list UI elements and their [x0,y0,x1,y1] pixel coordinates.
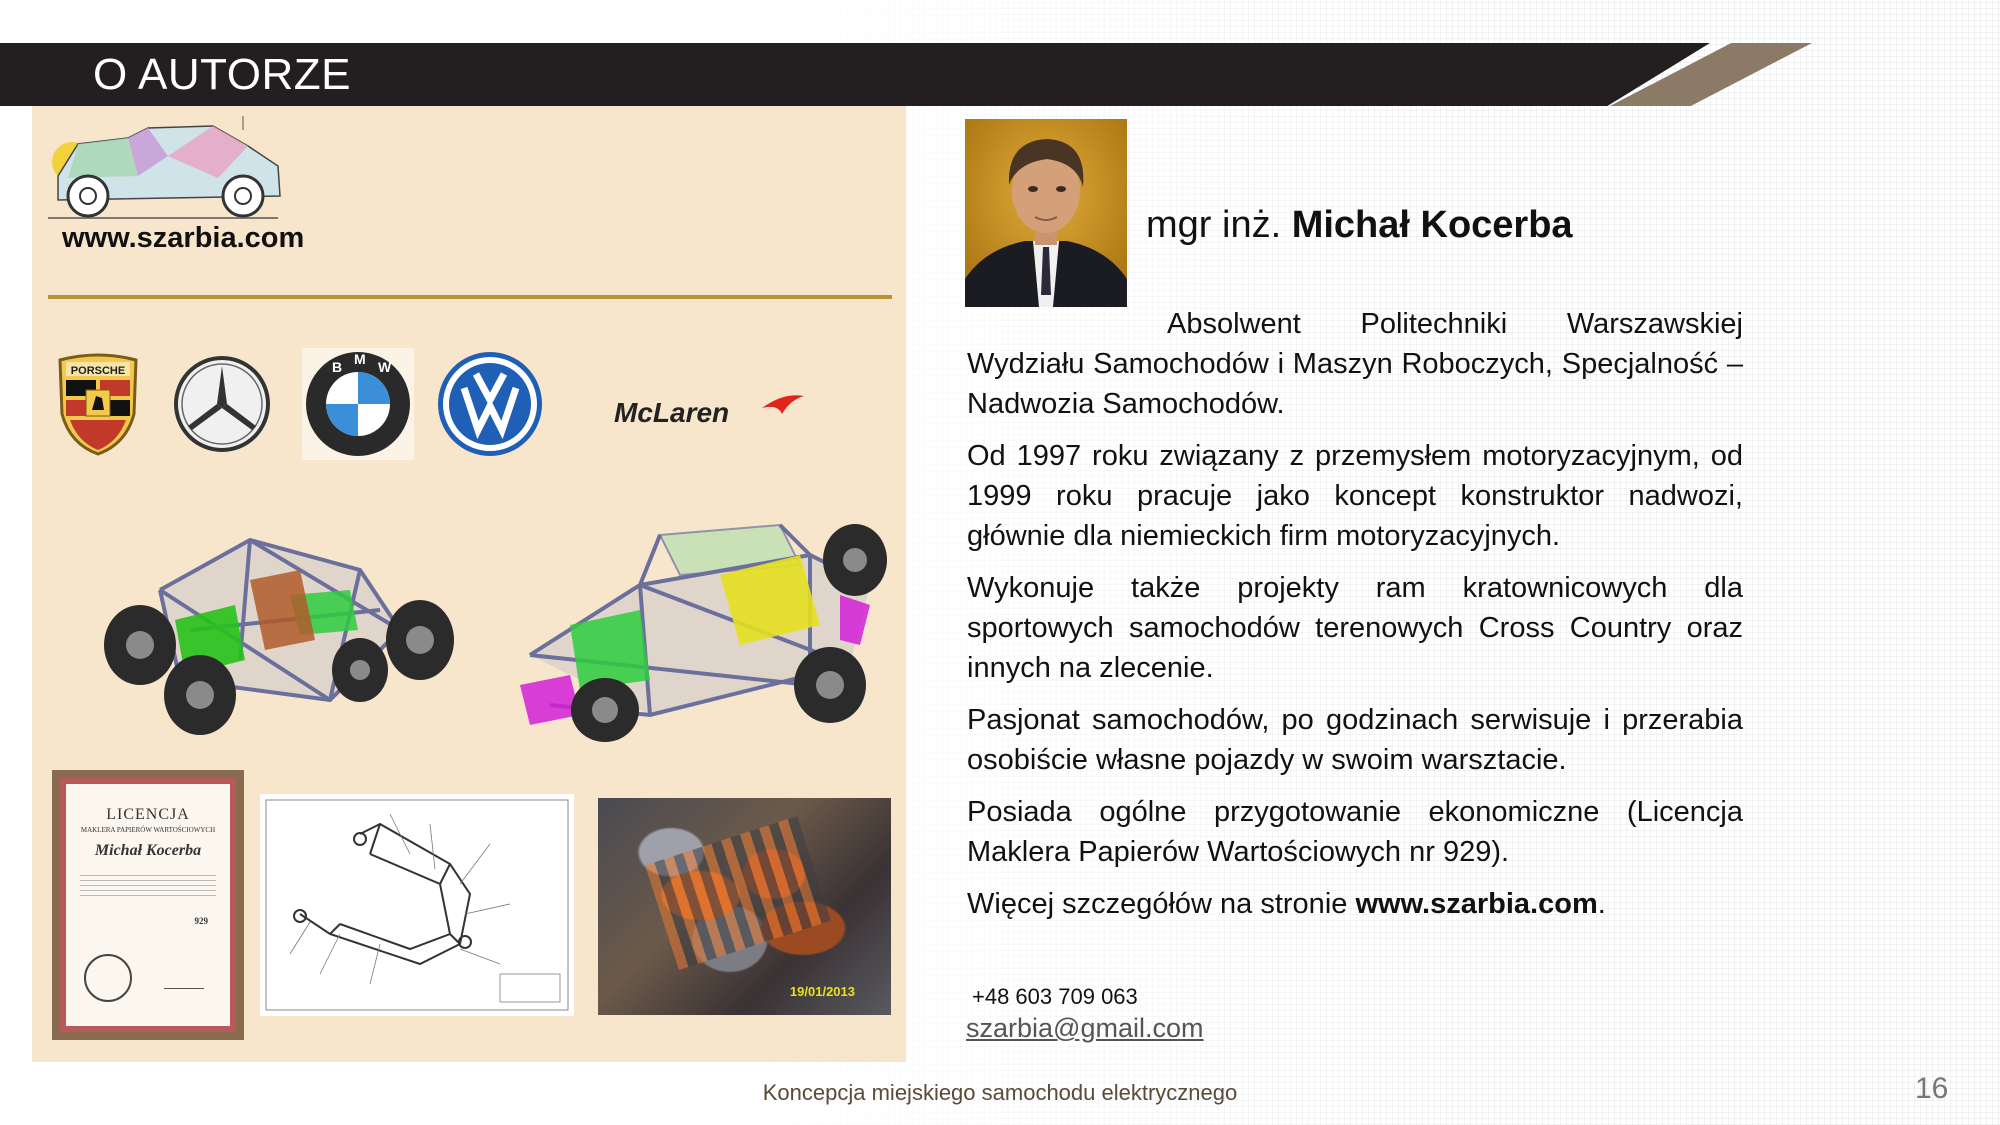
porsche-logo: PORSCHE [58,353,138,456]
porsche-logo-text: PORSCHE [71,365,125,377]
phone-number: +48 603 709 063 [972,984,1138,1009]
certificate-subtitle: MAKLERA PAPIERÓW WARTOŚCIOWYCH [80,826,216,834]
engine-photo-image: 19/01/2013 [598,798,891,1015]
bmw-logo: B M W [302,348,414,460]
certificate-title: LICENCJA [106,806,190,823]
bmw-letter-m: M [354,351,366,367]
bmw-letter-b: B [332,359,342,375]
license-certificate-image: LICENCJA MAKLERA PAPIERÓW WARTOŚCIOWYCH … [52,770,244,1040]
page-number: 16 [1915,1072,1949,1105]
author-bio: Absolwent Politechniki Warszawskiej Wydz… [967,304,1743,936]
technical-drawing-image [260,794,574,1016]
bio-paragraph: Posiada ogólne przygotowanie ekonomiczne… [967,796,1743,868]
mercedes-logo [174,356,270,452]
page-title: O AUTORZE [93,50,351,99]
bio-paragraph: Pasjonat samochodów, po godzinach serwis… [967,704,1743,776]
bmw-letter-w: W [378,359,392,375]
certificate-number: 929 [194,916,209,926]
mclaren-logo-text: McLaren [614,397,729,428]
author-name-line: mgr inż. Michał Kocerba [1146,204,1573,247]
bio-paragraph: Wykonuje także projekty ram kratownicowy… [967,572,1743,684]
bio-more-suffix: . [1597,888,1606,920]
footer-caption: Koncepcja miejskiego samochodu elektrycz… [762,1080,1238,1105]
website-label: www.szarbia.com [62,222,305,254]
mclaren-logo: McLaren [614,395,804,428]
space-frame-render-2 [520,523,887,742]
space-frame-render-1 [104,537,454,735]
divider-line [48,295,892,299]
bio-paragraph: Absolwent Politechniki Warszawskiej Wydz… [967,308,1743,420]
website-link[interactable]: www.szarbia.com [1355,888,1597,920]
author-name: Michał Kocerba [1291,204,1573,246]
author-photo [965,119,1127,307]
volkswagen-logo [438,352,542,456]
certificate-name: Michał Kocerba [94,842,202,859]
engine-photo-date: 19/01/2013 [789,984,855,999]
bio-more-line: Więcej szczegółów na stronie www.szarbia… [967,884,1743,924]
bio-paragraph: Od 1997 roku związany z przemysłem motor… [967,440,1743,552]
bio-more-prefix: Więcej szczegółów na stronie [967,888,1356,920]
author-degree: mgr inż. [1146,204,1292,246]
email-link[interactable]: szarbia@gmail.com [966,1013,1203,1044]
buggy-sketch-image [48,116,281,219]
